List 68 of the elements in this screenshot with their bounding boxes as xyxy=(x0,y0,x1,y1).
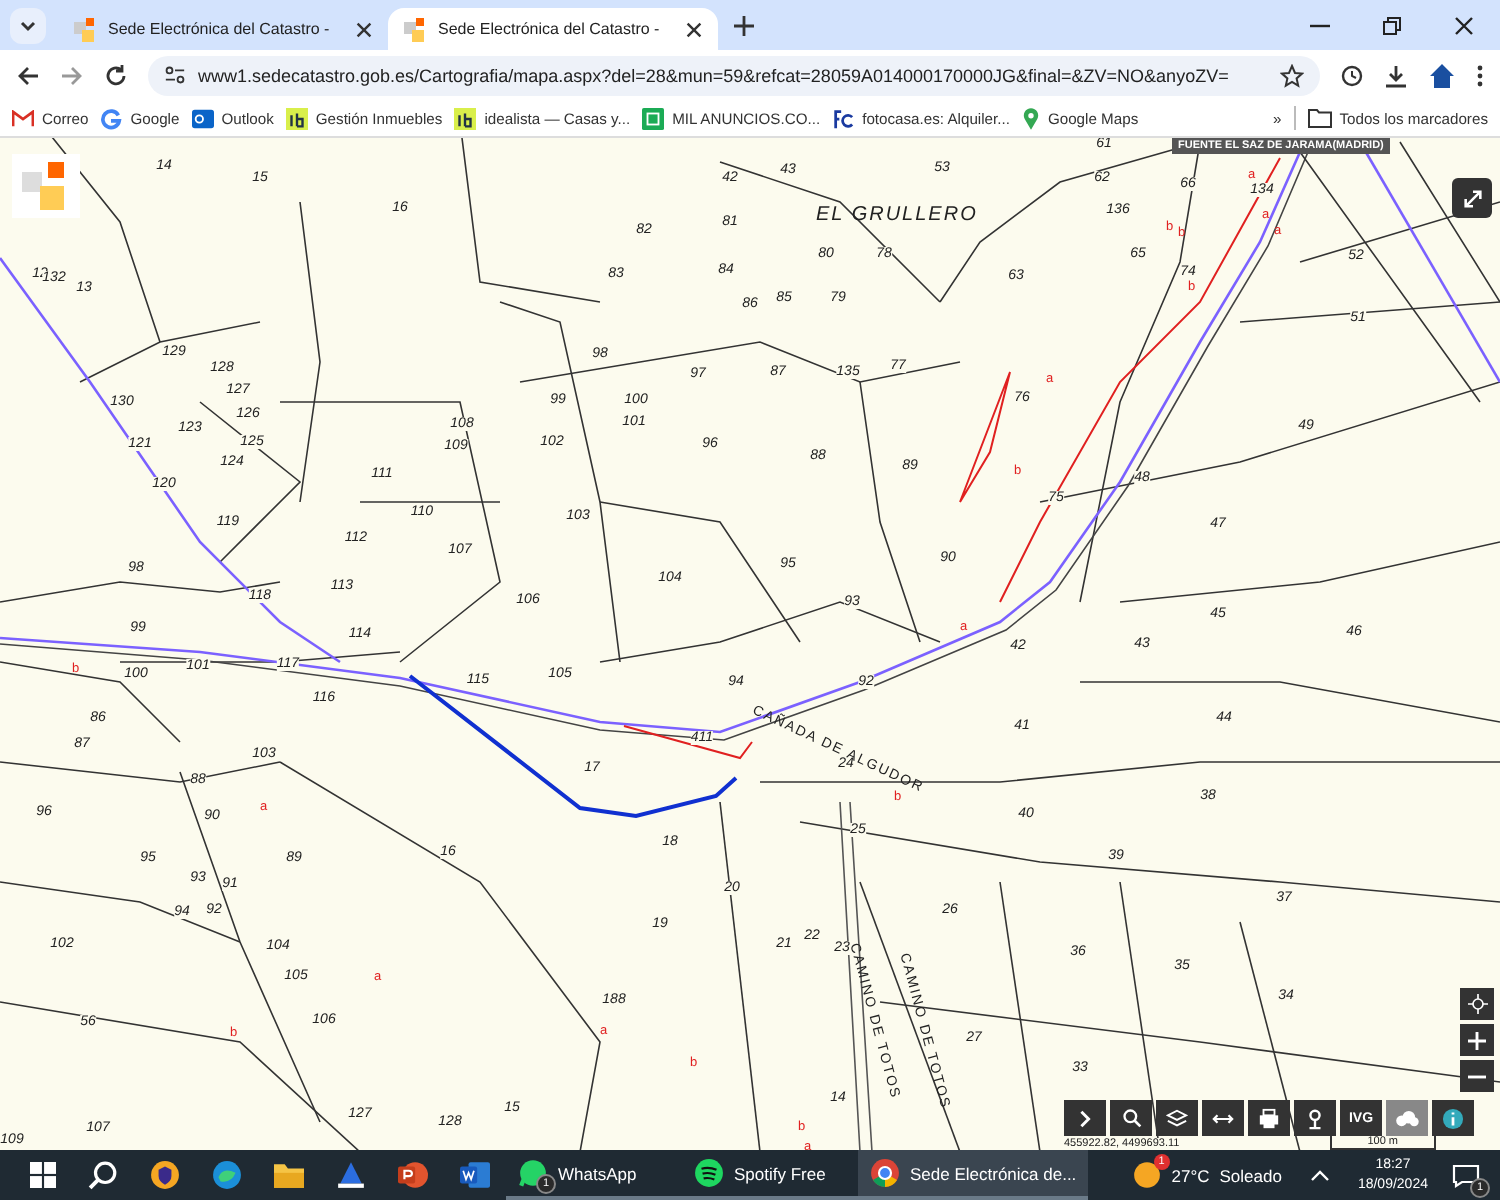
g-letter-icon xyxy=(100,107,123,129)
plus-icon xyxy=(1468,1031,1486,1049)
menu-icon[interactable] xyxy=(1476,63,1484,87)
id-logo-icon xyxy=(285,107,308,129)
zoom-in-button[interactable] xyxy=(1460,1024,1494,1056)
layers-icon xyxy=(1166,1107,1188,1129)
folder-icon xyxy=(1307,108,1332,128)
crosshair-icon xyxy=(1467,994,1487,1014)
pin-icon xyxy=(1304,1107,1326,1129)
expand-icon xyxy=(1461,187,1483,209)
layers-button[interactable] xyxy=(1156,1100,1198,1136)
zoom-out-button[interactable] xyxy=(1460,1060,1494,1092)
powerpoint-icon[interactable] xyxy=(398,1160,428,1190)
chevron-right-icon xyxy=(1076,1109,1094,1127)
locate-button[interactable] xyxy=(1460,988,1494,1020)
star-icon[interactable] xyxy=(1280,63,1304,87)
taskbar-app[interactable]: Sede Electrónica de... xyxy=(858,1150,1089,1200)
catastro-icon xyxy=(404,17,428,41)
tab-search-button[interactable] xyxy=(10,7,46,43)
edge-browser-icon[interactable] xyxy=(212,1160,242,1190)
measure-button[interactable] xyxy=(1202,1100,1244,1136)
fullscreen-button[interactable] xyxy=(1452,178,1492,218)
back-icon[interactable] xyxy=(16,63,40,87)
chrome-icon xyxy=(870,1158,900,1188)
id-logo-icon xyxy=(454,107,477,129)
folder-icon[interactable] xyxy=(274,1162,304,1188)
shield-icon[interactable] xyxy=(150,1160,180,1190)
close-icon[interactable] xyxy=(1454,15,1474,35)
outlook-icon xyxy=(191,107,214,129)
windows-start-icon[interactable] xyxy=(30,1162,56,1188)
close-icon[interactable] xyxy=(356,21,372,37)
sun-icon xyxy=(1131,1160,1162,1190)
browser-tab[interactable]: Sede Electrónica del Catastro - xyxy=(388,8,718,50)
info-icon xyxy=(1442,1107,1464,1129)
pin-button[interactable] xyxy=(1294,1100,1336,1136)
map-pin-icon xyxy=(1021,107,1040,129)
cloud-button[interactable] xyxy=(1386,1100,1428,1136)
restore-icon[interactable] xyxy=(1382,15,1402,35)
download-icon[interactable] xyxy=(1384,63,1408,87)
search-icon xyxy=(1121,1108,1141,1128)
squares-logo-icon xyxy=(22,162,70,210)
new-tab-icon[interactable] xyxy=(734,15,754,35)
close-icon[interactable] xyxy=(686,21,702,37)
address-bar[interactable]: www1.sedecatastro.gob.es/Cartografia/mapa.aspx?del=28&mun=59&refcat=28059A014000170000JG&final=&ZV=NO&anyoZV= xyxy=(148,55,1320,95)
search-icon[interactable] xyxy=(88,1160,118,1190)
printer-icon xyxy=(1258,1107,1280,1129)
expand-button[interactable] xyxy=(1064,1100,1106,1136)
forward-icon[interactable] xyxy=(60,63,84,87)
catastro-icon xyxy=(74,17,98,41)
url-text: www1.sedecatastro.gob.es/Cartografia/mapa.aspx?del=28&mun=59&refcat=28059A014000170000JG&final=&ZV=NO&anyoZV= xyxy=(198,65,1231,85)
spotify-icon xyxy=(694,1158,724,1188)
place-name: EL GRULLERO xyxy=(816,206,978,226)
notification-icon[interactable] xyxy=(1452,1163,1480,1187)
house-icon[interactable] xyxy=(1428,61,1456,89)
info-button[interactable] xyxy=(1432,1100,1474,1136)
reload-icon[interactable] xyxy=(104,63,128,87)
search-button[interactable] xyxy=(1110,1100,1152,1136)
mail-icon xyxy=(12,109,34,127)
caret-up-icon[interactable] xyxy=(1309,1169,1330,1181)
fc-logo-icon xyxy=(832,107,855,129)
print-button[interactable] xyxy=(1248,1100,1290,1136)
document-scanner-icon[interactable] xyxy=(336,1160,366,1190)
word-icon[interactable] xyxy=(460,1160,490,1190)
square-logo-icon xyxy=(642,107,665,129)
cloud-icon xyxy=(1394,1109,1420,1127)
browser-tab[interactable]: Sede Electrónica del Catastro - xyxy=(58,8,388,50)
history-icon[interactable] xyxy=(1340,63,1364,87)
site-settings-icon[interactable] xyxy=(164,64,186,86)
